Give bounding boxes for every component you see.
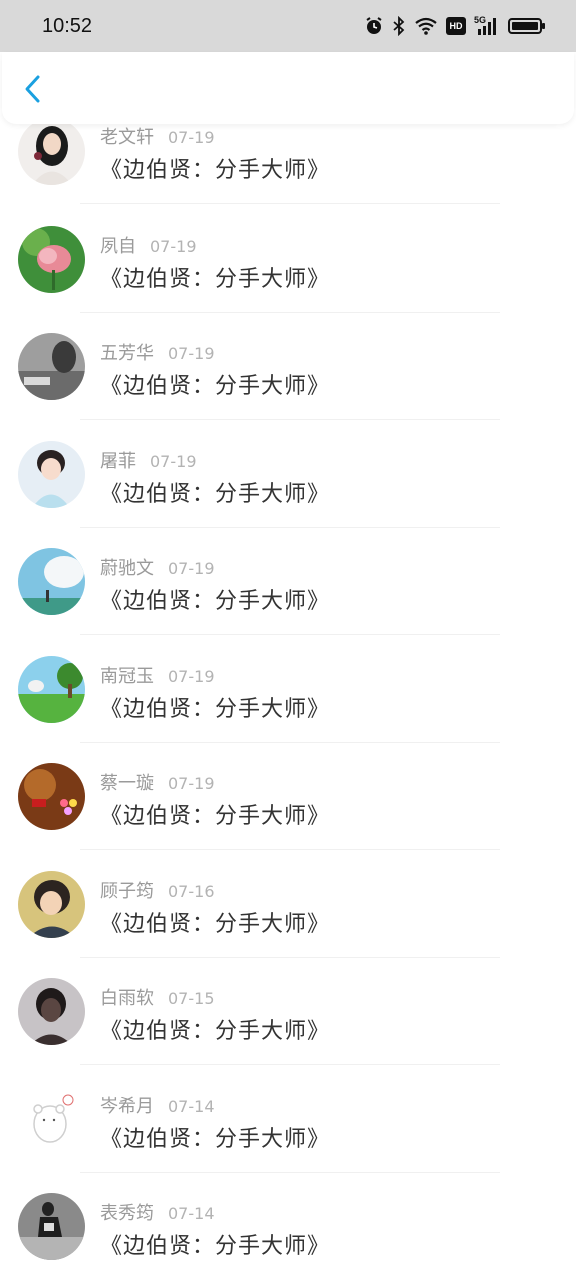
message-text: 《边伯贤：分手大师》 <box>100 804 331 829</box>
message-date: 07-19 <box>168 666 215 686</box>
list-item[interactable]: 白雨软 07-15 《边伯贤：分手大师》 <box>0 970 576 1078</box>
message-text: 《边伯贤：分手大师》 <box>100 266 331 292</box>
message-date: 07-19 <box>168 344 215 363</box>
message-date: 07-16 <box>168 881 215 901</box>
divider <box>80 956 500 958</box>
battery-icon <box>508 18 545 34</box>
avatar <box>18 440 85 508</box>
chevron-left-icon <box>25 75 40 103</box>
avatar <box>18 978 85 1045</box>
message-date: 07-19 <box>150 236 197 256</box>
list-item[interactable]: 五芳华 07-19 《边伯贤：分手大师》 <box>0 325 576 433</box>
message-date: 07-19 <box>150 451 197 471</box>
status-time: 10:52 <box>42 14 93 37</box>
message-text: 《边伯贤：分手大师》 <box>100 911 331 937</box>
sender-name: 五芳华 07-19 <box>100 343 215 364</box>
divider <box>80 849 500 850</box>
wifi-icon <box>415 17 437 35</box>
message-list: 老文轩07-19 《边伯贤：分手大师》 夙自07-19 《边伯贤：分手大师》 <box>0 110 576 1280</box>
sender-name: 蔡一璇 07-19 <box>100 773 215 794</box>
message-text: 《边伯贤：分手大师》 <box>100 158 331 183</box>
status-icons: HD 5G <box>364 15 546 36</box>
sender-name: 白雨软 07-15 <box>100 988 215 1009</box>
list-item[interactable]: 老文轩 07-19 《边伯贤：分手大师》 <box>0 110 576 218</box>
avatar <box>18 548 85 615</box>
list-item[interactable]: 夙自 07-19 《边伯贤：分手大师》 <box>0 218 576 326</box>
list-item[interactable]: 蔡一璇 07-19 《边伯贤：分手大师》 <box>0 755 576 863</box>
sender-name: 表秀筠 07-14 <box>100 1203 215 1224</box>
message-text: 《边伯贤：分手大师》 <box>100 374 331 399</box>
avatar <box>18 1193 85 1260</box>
sender-name: 老文轩 07-19 <box>100 127 215 148</box>
avatar <box>18 225 85 293</box>
message-date: 07-15 <box>168 989 215 1008</box>
avatar <box>18 763 85 830</box>
list-item[interactable]: 南冠玉 07-19 《边伯贤：分手大师》 <box>0 648 576 756</box>
avatar <box>18 118 85 185</box>
list-item[interactable]: 屠菲 07-19 《边伯贤：分手大师》 <box>0 433 576 541</box>
message-text: 《边伯贤：分手大师》 <box>100 696 331 722</box>
message-text: 《边伯贤：分手大师》 <box>100 1126 331 1152</box>
sender-name: 夙自 07-19 <box>100 235 197 257</box>
message-text: 《边伯贤：分手大师》 <box>100 1234 331 1259</box>
divider <box>80 419 500 420</box>
signal-icon: 5G <box>474 15 500 36</box>
divider <box>80 1171 500 1173</box>
alarm-icon <box>366 17 382 34</box>
divider <box>80 741 500 743</box>
avatar <box>18 870 85 938</box>
back-button[interactable] <box>18 74 48 104</box>
status-bar: 10:52 HD 5G <box>0 0 576 52</box>
message-date: 07-19 <box>168 559 215 578</box>
sender-name: 蔚驰文 07-19 <box>100 558 215 579</box>
list-item[interactable]: 表秀筠 07-14 《边伯贤：分手大师》 <box>0 1185 576 1280</box>
message-date: 07-14 <box>168 1204 215 1223</box>
message-text: 《边伯贤：分手大师》 <box>100 1019 331 1044</box>
message-date: 07-19 <box>168 128 215 147</box>
sender-name: 南冠玉 07-19 <box>100 665 215 687</box>
avatar <box>18 1085 85 1153</box>
sender-name: 屠菲 07-19 <box>100 450 197 472</box>
divider <box>80 526 500 528</box>
hd-badge: HD <box>446 17 466 35</box>
nav-header <box>2 52 574 124</box>
avatar <box>18 655 85 723</box>
divider <box>80 634 500 635</box>
divider <box>80 1064 500 1065</box>
message-date: 07-14 <box>168 1096 215 1116</box>
message-text: 《边伯贤：分手大师》 <box>100 589 331 614</box>
divider <box>80 311 500 313</box>
message-date: 07-19 <box>168 774 215 793</box>
list-item[interactable]: 顾子筠 07-16 《边伯贤：分手大师》 <box>0 863 576 971</box>
sender-name: 顾子筠 07-16 <box>100 880 215 902</box>
divider <box>80 203 500 204</box>
message-text: 《边伯贤：分手大师》 <box>100 481 331 507</box>
avatar <box>18 333 85 400</box>
bluetooth-icon <box>393 16 405 36</box>
list-item[interactable]: 蔚驰文 07-19 《边伯贤：分手大师》 <box>0 540 576 648</box>
list-item[interactable]: 岑希月 07-14 《边伯贤：分手大师》 <box>0 1078 576 1186</box>
sender-name: 岑希月 07-14 <box>100 1095 215 1117</box>
